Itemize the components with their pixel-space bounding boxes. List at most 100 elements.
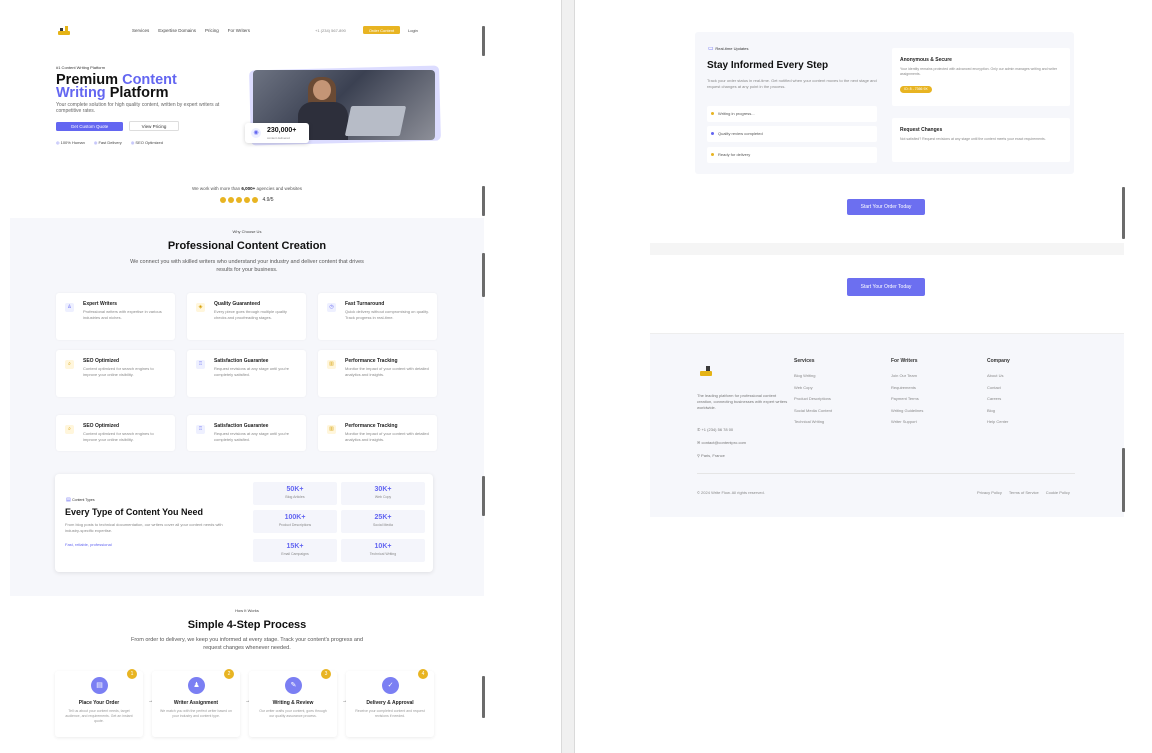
section-subtitle: We connect you with skilled writers who … bbox=[130, 259, 364, 273]
stat-label: content delivered bbox=[267, 136, 290, 140]
footer-link[interactable]: Technical Writing bbox=[794, 419, 832, 424]
chart-icon: ▥ bbox=[327, 425, 336, 434]
hero-title: Premium Content Writing Platform bbox=[56, 72, 177, 101]
get-quote-button[interactable]: Get Custom Quote bbox=[56, 122, 123, 131]
trust-line: We work with more than 6,000+ agencies a… bbox=[191, 186, 303, 191]
clock-icon: ◷ bbox=[327, 303, 336, 312]
type-stat: 50K+ Blog Articles bbox=[253, 482, 337, 505]
section-title: Professional Content Creation bbox=[167, 240, 327, 252]
scrollbar-thumb[interactable] bbox=[1122, 187, 1125, 239]
feature-seo: SEO Optimized bbox=[131, 140, 163, 145]
process-subtitle: From order to delivery, we keep you info… bbox=[130, 637, 364, 651]
scrollbar-thumb[interactable] bbox=[482, 253, 485, 297]
status-item: Quality review completed bbox=[707, 126, 877, 142]
footer-link[interactable]: Contact bbox=[987, 385, 1010, 390]
footer-link[interactable]: Help Center bbox=[987, 419, 1010, 424]
login-link[interactable]: Login bbox=[408, 28, 418, 33]
split-divider[interactable] bbox=[561, 0, 575, 753]
start-order-button-2[interactable]: Start Your Order Today bbox=[847, 278, 925, 296]
nav-links: Services Expertise Domains Pricing For W… bbox=[132, 28, 250, 33]
copyright: © 2024 Write Flow. All rights reserved. bbox=[697, 490, 765, 495]
footer-link[interactable]: Payment Terms bbox=[891, 396, 923, 401]
scrollbar-thumb[interactable] bbox=[482, 186, 485, 216]
footer-link[interactable]: Blog Writing bbox=[794, 373, 832, 378]
changes-desc: Not satisfied? Request revisions at any … bbox=[900, 137, 1046, 141]
check-icon: ✓ bbox=[382, 677, 399, 694]
start-order-button[interactable]: Start Your Order Today bbox=[847, 199, 925, 215]
footer-link[interactable]: Social Media Content bbox=[794, 408, 832, 413]
process-step: ✓ 4 Delivery & Approval Receive your comple… bbox=[346, 669, 434, 737]
star-icon bbox=[236, 197, 243, 203]
privacy-link[interactable]: Privacy Policy bbox=[977, 490, 1002, 495]
top-navigation: Services Expertise Domains Pricing For W… bbox=[10, 18, 484, 44]
process-step: ♟ 2 Writer Assignment We match you with the… bbox=[152, 669, 240, 737]
footer-link[interactable]: Web Copy bbox=[794, 385, 832, 390]
nav-link-expertise[interactable]: Expertise Domains bbox=[158, 28, 196, 33]
scrollbar-thumb[interactable] bbox=[482, 476, 485, 516]
footer-phone[interactable]: ✆ +1 (234) 56 78 00 bbox=[697, 427, 733, 432]
content-types-card: Content Types Every Type of Content You … bbox=[55, 474, 433, 572]
anonymous-desc: Your identity remains protected with adv… bbox=[900, 67, 1058, 76]
star-icon bbox=[244, 197, 251, 203]
chart-icon: ▥ bbox=[327, 360, 336, 369]
order-content-button[interactable]: Order Content bbox=[363, 26, 400, 34]
award-icon: ♖ bbox=[196, 360, 205, 369]
footer-link[interactable]: Writing Guidelines bbox=[891, 408, 923, 413]
search-icon: ⌕ bbox=[65, 360, 74, 369]
nav-link-pricing[interactable]: Pricing bbox=[205, 28, 219, 33]
eye-icon: ◉ bbox=[251, 128, 261, 138]
award-icon: ♖ bbox=[196, 425, 205, 434]
footer-link[interactable]: Writer Support bbox=[891, 419, 923, 424]
footer-link[interactable]: Product Descriptions bbox=[794, 396, 832, 401]
feature-fast: Fast Delivery bbox=[94, 140, 121, 145]
type-stat: 100K+ Product Descriptions bbox=[253, 510, 337, 533]
type-stat: 25K+ Social Media bbox=[341, 510, 425, 533]
feature-card: ♙ Expert Writers Professional writers with… bbox=[56, 293, 175, 340]
brand-logo[interactable] bbox=[58, 26, 70, 35]
tracking-title: Stay Informed Every Step bbox=[707, 60, 829, 71]
process-step: ✎ 3 Writing & Review Our writer crafts your… bbox=[249, 669, 337, 737]
legal-links: Privacy Policy Terms of Service Cookie P… bbox=[977, 490, 1070, 495]
feature-card: ♖ Satisfaction Guarantee Request revisions… bbox=[187, 350, 306, 397]
scrollbar-thumb[interactable] bbox=[1122, 448, 1125, 512]
nav-phone[interactable]: +1 (234) 567-890 bbox=[315, 28, 346, 33]
stat-card: ◉ 230,000+ content delivered bbox=[245, 123, 309, 143]
tracking-section: Real-time Updates Stay Informed Every St… bbox=[695, 32, 1074, 174]
type-stat: 10K+ Technical Writing bbox=[341, 539, 425, 562]
feature-card: ⌕ SEO Optimized Content optimized for sear… bbox=[56, 415, 175, 451]
feature-human: 100% Human bbox=[56, 140, 85, 145]
footer-location: ⚲ Paris, France bbox=[697, 453, 725, 458]
terms-link[interactable]: Terms of Service bbox=[1009, 490, 1039, 495]
footer-link[interactable]: Careers bbox=[987, 396, 1010, 401]
feature-card: ▥ Performance Tracking Monitor the impact … bbox=[318, 415, 437, 451]
section-band bbox=[650, 243, 1124, 255]
process-kicker: How It Works bbox=[235, 608, 259, 613]
shield-icon: ◈ bbox=[196, 303, 205, 312]
nav-link-services[interactable]: Services bbox=[132, 28, 149, 33]
feature-card: ▥ Performance Tracking Monitor the impact … bbox=[318, 350, 437, 397]
footer-link[interactable]: Blog bbox=[987, 408, 1010, 413]
nav-link-writers[interactable]: For Writers bbox=[228, 28, 250, 33]
footer-email[interactable]: ✉ contact@contentpro.com bbox=[697, 440, 746, 445]
landing-page-preview: Services Expertise Domains Pricing For W… bbox=[10, 18, 484, 753]
footer-link[interactable]: About Us bbox=[987, 373, 1010, 378]
types-kicker: Content Types bbox=[66, 497, 95, 503]
footer-link[interactable]: Requirements bbox=[891, 385, 923, 390]
cookie-link[interactable]: Cookie Policy bbox=[1046, 490, 1070, 495]
footer-logo[interactable] bbox=[700, 366, 712, 376]
app-root: Services Expertise Domains Pricing For W… bbox=[0, 0, 1152, 753]
view-pricing-button[interactable]: View Pricing bbox=[129, 121, 179, 131]
tracking-desc: Track your order status in real-time. Ge… bbox=[707, 78, 877, 89]
footer-link[interactable]: Join Our Team bbox=[891, 373, 923, 378]
status-item: Ready for delivery bbox=[707, 147, 877, 163]
user-icon: ♙ bbox=[65, 303, 74, 312]
scrollbar-thumb[interactable] bbox=[482, 26, 485, 56]
scrollbar-thumb[interactable] bbox=[482, 676, 485, 718]
types-title: Every Type of Content You Need bbox=[65, 507, 204, 517]
hero-subtitle: Your complete solution for high quality … bbox=[56, 102, 220, 114]
process-step: ▤ 1 Place Your Order Tell us about your con… bbox=[55, 669, 143, 737]
star-icon bbox=[228, 197, 235, 203]
types-link[interactable]: Fast, reliable, professional bbox=[65, 542, 112, 547]
hero-tag: #1 Content Writing Platform bbox=[56, 65, 106, 70]
feature-card: ⌕ SEO Optimized Content optimized for sear… bbox=[56, 350, 175, 397]
